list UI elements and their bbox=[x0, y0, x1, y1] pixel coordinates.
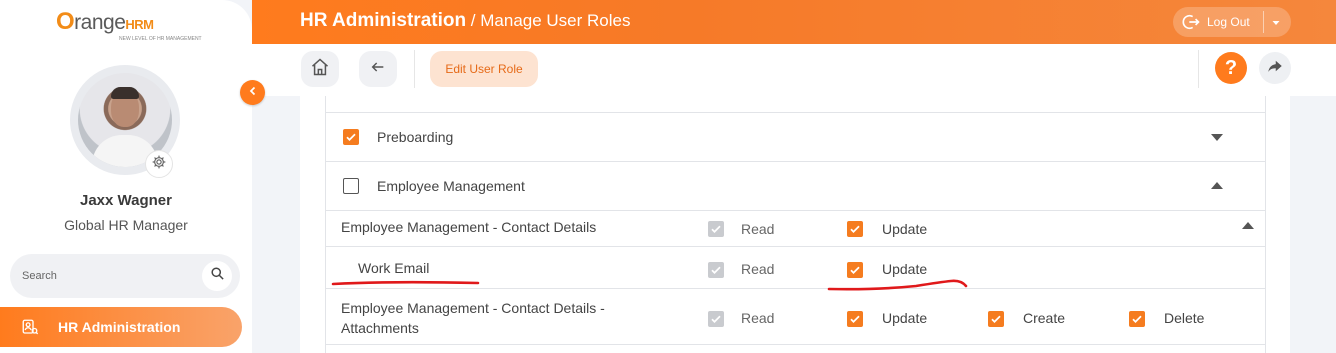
update-label: Update bbox=[882, 310, 928, 326]
arrow-left-icon bbox=[370, 59, 386, 80]
logout-label: Log Out bbox=[1207, 15, 1250, 29]
search-input[interactable] bbox=[22, 266, 192, 286]
toolbar-divider bbox=[1198, 50, 1199, 88]
home-icon bbox=[310, 57, 330, 82]
module-checkbox[interactable] bbox=[343, 178, 359, 194]
page-title-module: HR Administration bbox=[300, 10, 467, 31]
breadcrumb-separator: / bbox=[466, 11, 481, 30]
permission-label: Employee Management - Contact Details bbox=[341, 219, 597, 235]
chevron-up-icon[interactable] bbox=[1211, 182, 1223, 189]
logout-icon bbox=[1181, 12, 1201, 32]
logo-wordmark: OrangeHRM bbox=[56, 8, 154, 35]
read-checkbox bbox=[708, 221, 724, 237]
module-label: Employee Management bbox=[377, 178, 525, 194]
permission-row-contact-details: Employee Management - Contact Details Re… bbox=[326, 211, 1265, 247]
logout-divider bbox=[1263, 11, 1264, 33]
update-label: Update bbox=[882, 261, 928, 277]
chevron-up-icon[interactable] bbox=[1242, 222, 1254, 229]
edit-user-role-button[interactable]: Edit User Role bbox=[430, 51, 538, 87]
permission-label-line2: Attachments bbox=[341, 320, 419, 336]
permission-label-line1: Employee Management - Contact Details - bbox=[341, 300, 605, 316]
permission-row-attachments: Employee Management - Contact Details - … bbox=[326, 289, 1265, 345]
back-button[interactable] bbox=[359, 51, 397, 87]
sidebar-item-hr-administration[interactable]: HR Administration bbox=[0, 307, 242, 347]
create-checkbox[interactable] bbox=[988, 311, 1004, 327]
create-label: Create bbox=[1023, 310, 1066, 326]
module-row-preboarding: Preboarding bbox=[326, 113, 1265, 162]
user-role: Global HR Manager bbox=[64, 217, 188, 233]
profile-settings-button[interactable] bbox=[145, 150, 173, 178]
sidebar-collapse-button[interactable] bbox=[240, 80, 265, 105]
sidebar: OrangeHRM NEW LEVEL OF HR MANAGEMENT Jax… bbox=[0, 0, 252, 353]
share-button[interactable] bbox=[1259, 52, 1291, 84]
sidebar-item-label: HR Administration bbox=[58, 319, 181, 335]
logo-tagline: NEW LEVEL OF HR MANAGEMENT bbox=[119, 36, 202, 42]
update-label: Update bbox=[882, 221, 928, 237]
permissions-panel: Preboarding Employee Management Employee… bbox=[325, 96, 1266, 353]
annotation-underline-update bbox=[827, 279, 968, 291]
annotation-underline-work-email bbox=[331, 280, 480, 286]
share-arrow-icon bbox=[1266, 57, 1284, 80]
search-icon bbox=[210, 266, 225, 286]
toolbar: Edit User Role ? bbox=[252, 44, 1336, 96]
gear-icon bbox=[151, 154, 167, 175]
update-checkbox[interactable] bbox=[847, 221, 863, 237]
page-title-section: Manage User Roles bbox=[480, 11, 631, 30]
sidebar-search bbox=[10, 254, 240, 298]
top-header: HR Administration / Manage User Roles Lo… bbox=[252, 0, 1336, 44]
module-label: Preboarding bbox=[377, 129, 454, 145]
read-label: Read bbox=[741, 221, 775, 237]
module-row-employee-management: Employee Management bbox=[326, 162, 1265, 211]
delete-checkbox[interactable] bbox=[1129, 311, 1145, 327]
read-label: Read bbox=[741, 310, 775, 326]
logout-button[interactable]: Log Out bbox=[1173, 7, 1291, 37]
read-checkbox bbox=[708, 262, 724, 278]
search-button[interactable] bbox=[202, 261, 232, 291]
read-label: Read bbox=[741, 261, 775, 277]
module-checkbox[interactable] bbox=[343, 129, 359, 145]
read-checkbox bbox=[708, 311, 724, 327]
page-title: HR Administration / Manage User Roles bbox=[300, 10, 631, 32]
update-checkbox[interactable] bbox=[847, 311, 863, 327]
chevron-down-icon[interactable] bbox=[1270, 16, 1282, 34]
permissions-card: Preboarding Employee Management Employee… bbox=[300, 96, 1290, 353]
chevron-left-icon bbox=[247, 84, 259, 102]
admin-users-icon bbox=[20, 317, 40, 337]
help-button[interactable]: ? bbox=[1215, 52, 1247, 84]
list-item bbox=[326, 96, 1265, 113]
delete-label: Delete bbox=[1164, 310, 1205, 326]
chevron-down-icon[interactable] bbox=[1211, 134, 1223, 141]
orangehrm-logo[interactable]: OrangeHRM NEW LEVEL OF HR MANAGEMENT bbox=[56, 8, 202, 42]
user-name: Jaxx Wagner bbox=[80, 192, 172, 209]
permission-label: Work Email bbox=[358, 260, 430, 276]
toolbar-divider bbox=[414, 50, 415, 88]
home-button[interactable] bbox=[301, 51, 339, 87]
